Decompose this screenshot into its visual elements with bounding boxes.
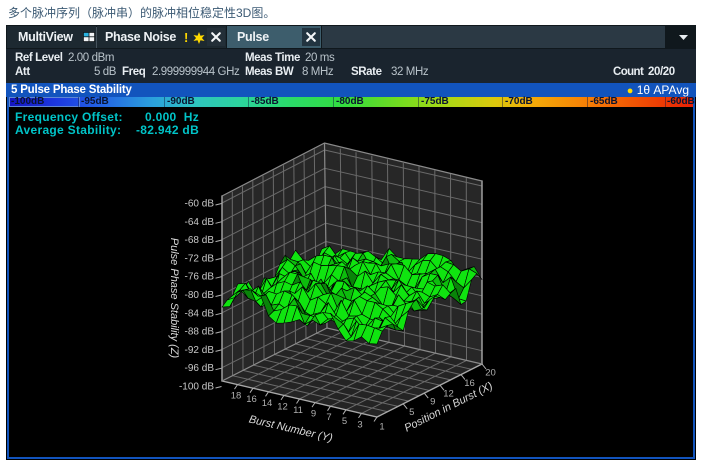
svg-text:5: 5 [409,407,414,418]
svg-text:-76 dB: -76 dB [185,272,215,283]
svg-text:3: 3 [357,419,362,430]
svg-text:Pulse Phase Stability (Z): Pulse Phase Stability (Z) [168,238,180,359]
svg-text:Burst Number (Y): Burst Number (Y) [248,414,334,445]
svg-text:18: 18 [231,391,242,402]
svg-text:-100 dB: -100 dB [179,382,214,393]
svg-text:12: 12 [277,401,288,412]
svg-text:-68 dB: -68 dB [185,235,215,246]
svg-text:9: 9 [311,409,316,420]
svg-text:-64 dB: -64 dB [185,217,215,228]
svg-text:20: 20 [485,368,496,379]
svg-text:-88 dB: -88 dB [185,327,215,338]
svg-text:-92 dB: -92 dB [185,345,215,356]
svg-text:14: 14 [262,398,273,409]
svg-text:-60 dB: -60 dB [185,199,215,210]
svg-text:1: 1 [379,422,384,433]
svg-text:-72 dB: -72 dB [185,253,215,264]
svg-text:-84 dB: -84 dB [185,308,215,319]
svg-text:9: 9 [430,397,435,408]
svg-text:11: 11 [293,405,303,416]
svg-text:5: 5 [342,416,347,427]
svg-text:-96 dB: -96 dB [185,363,215,374]
svg-text:-80 dB: -80 dB [185,290,215,301]
svg-text:7: 7 [326,412,331,423]
svg-text:16: 16 [246,394,257,405]
